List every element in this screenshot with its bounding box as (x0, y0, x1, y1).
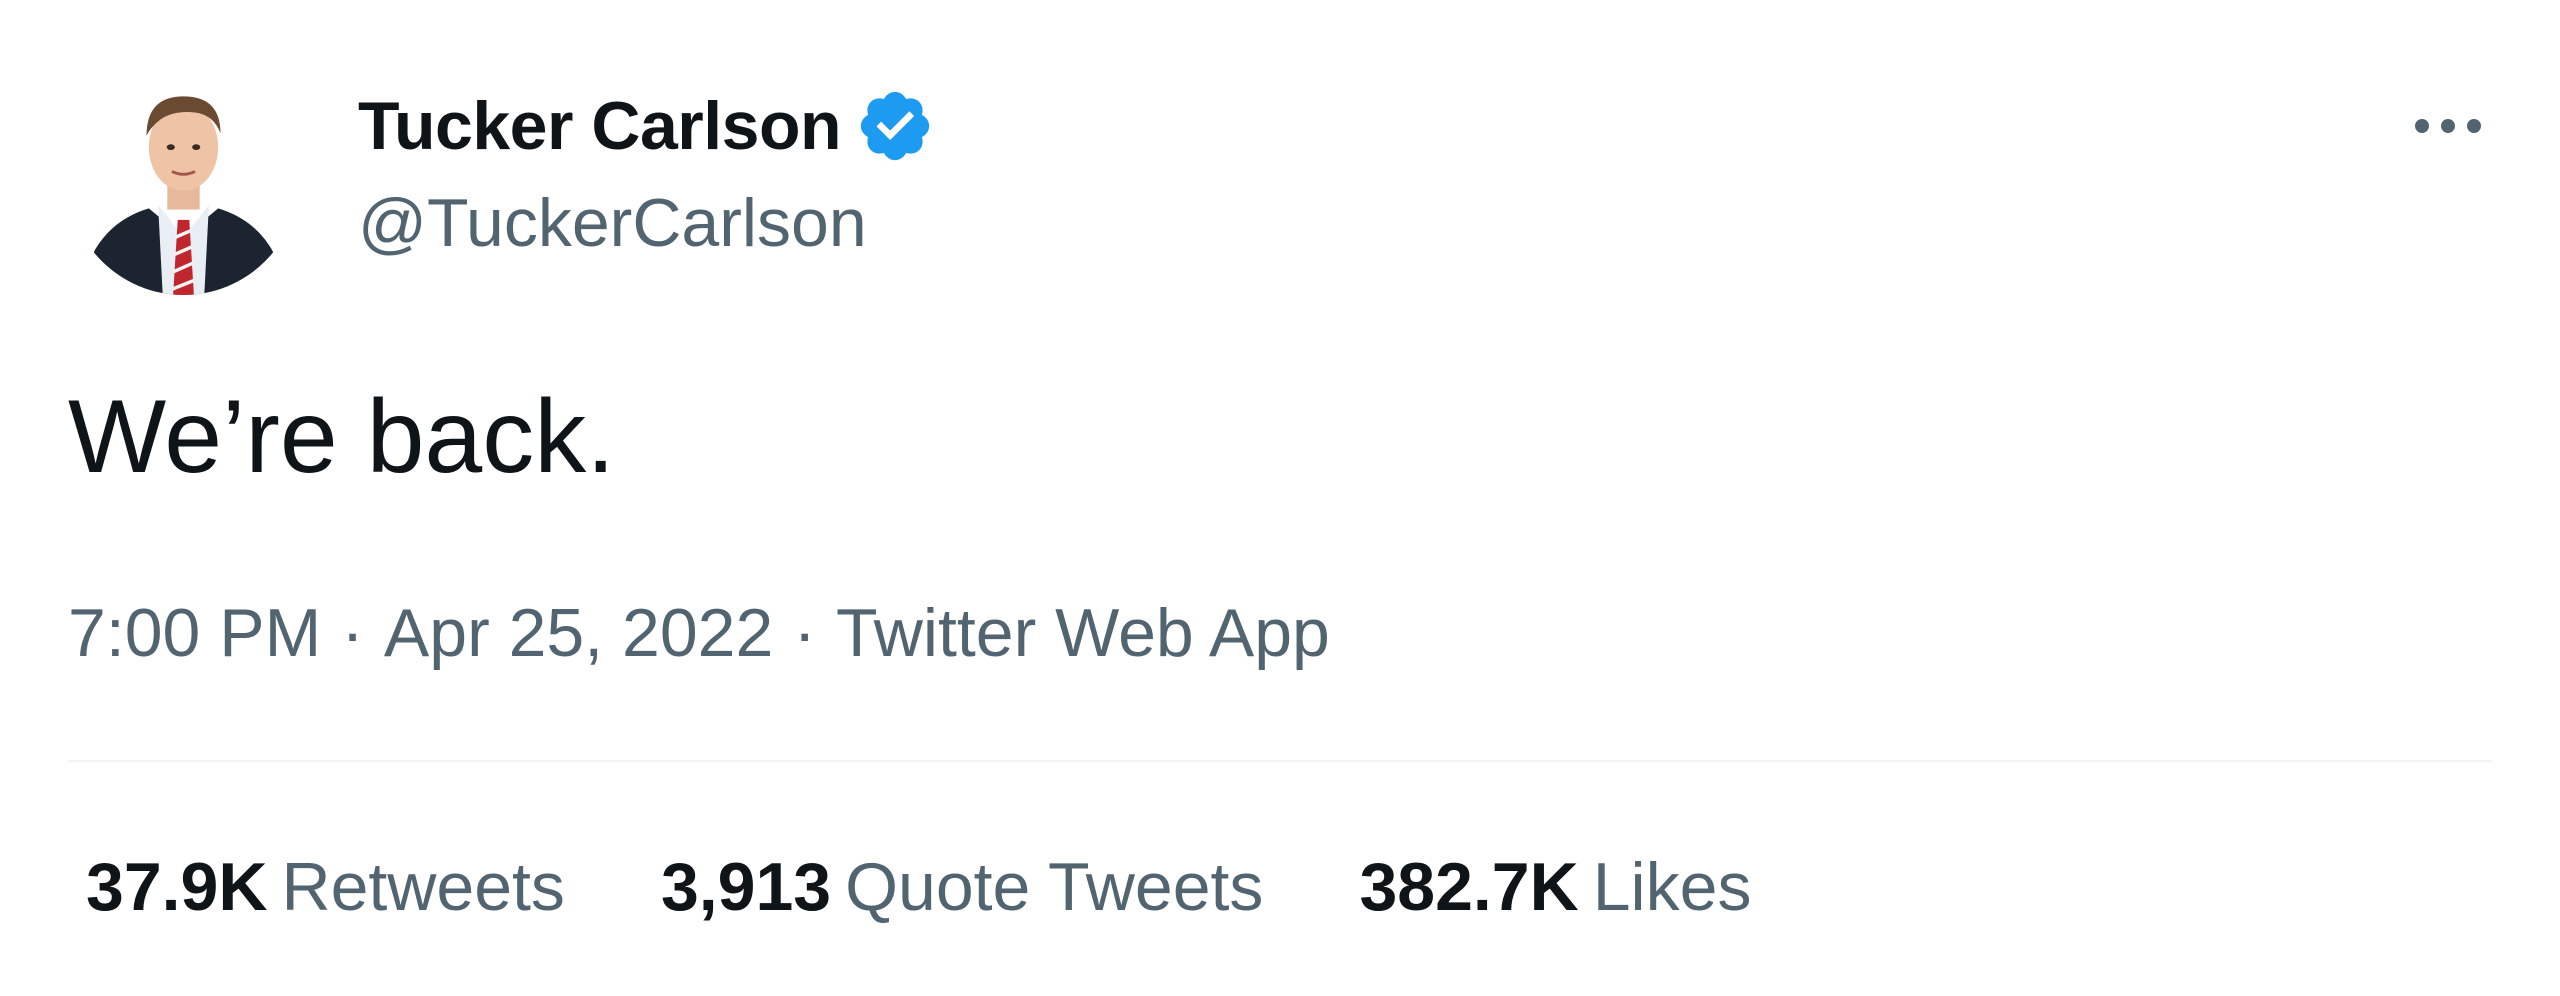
retweets-label: Retweets (281, 849, 565, 925)
verified-badge-icon (855, 86, 935, 166)
tweet-stats: 37.9K Retweets 3,913 Quote Tweets 382.7K Li… (86, 848, 1847, 926)
avatar-image (68, 64, 299, 295)
quote-tweets-label: Quote Tweets (845, 849, 1264, 925)
retweets-count: 37.9K (86, 849, 268, 925)
more-horizontal-icon (2415, 119, 2481, 133)
meta-separator: · (793, 595, 816, 671)
retweets-stat[interactable]: 37.9K Retweets (86, 848, 565, 926)
tweet-meta: 7:00 PM · Apr 25, 2022 · Twitter Web App (68, 594, 1330, 672)
tweet-date[interactable]: Apr 25, 2022 (384, 595, 773, 671)
divider (68, 760, 2492, 762)
avatar[interactable] (68, 64, 299, 295)
quote-tweets-stat[interactable]: 3,913 Quote Tweets (661, 848, 1264, 926)
author-display-name[interactable]: Tucker Carlson (358, 87, 842, 165)
meta-separator: · (341, 595, 364, 671)
likes-label: Likes (1592, 849, 1752, 925)
tweet-source[interactable]: Twitter Web App (836, 595, 1330, 671)
author-handle[interactable]: @TuckerCarlson (358, 184, 867, 262)
tweet-card: Tucker Carlson @TuckerCarlson We’re back… (0, 0, 2560, 996)
likes-stat[interactable]: 382.7K Likes (1359, 848, 1751, 926)
more-options-button[interactable] (2410, 96, 2486, 156)
tweet-text: We’re back. (68, 379, 616, 495)
quote-tweets-count: 3,913 (660, 849, 832, 925)
author-name-row: Tucker Carlson (358, 86, 935, 166)
likes-count: 382.7K (1359, 849, 1579, 925)
tweet-time[interactable]: 7:00 PM (68, 595, 321, 671)
